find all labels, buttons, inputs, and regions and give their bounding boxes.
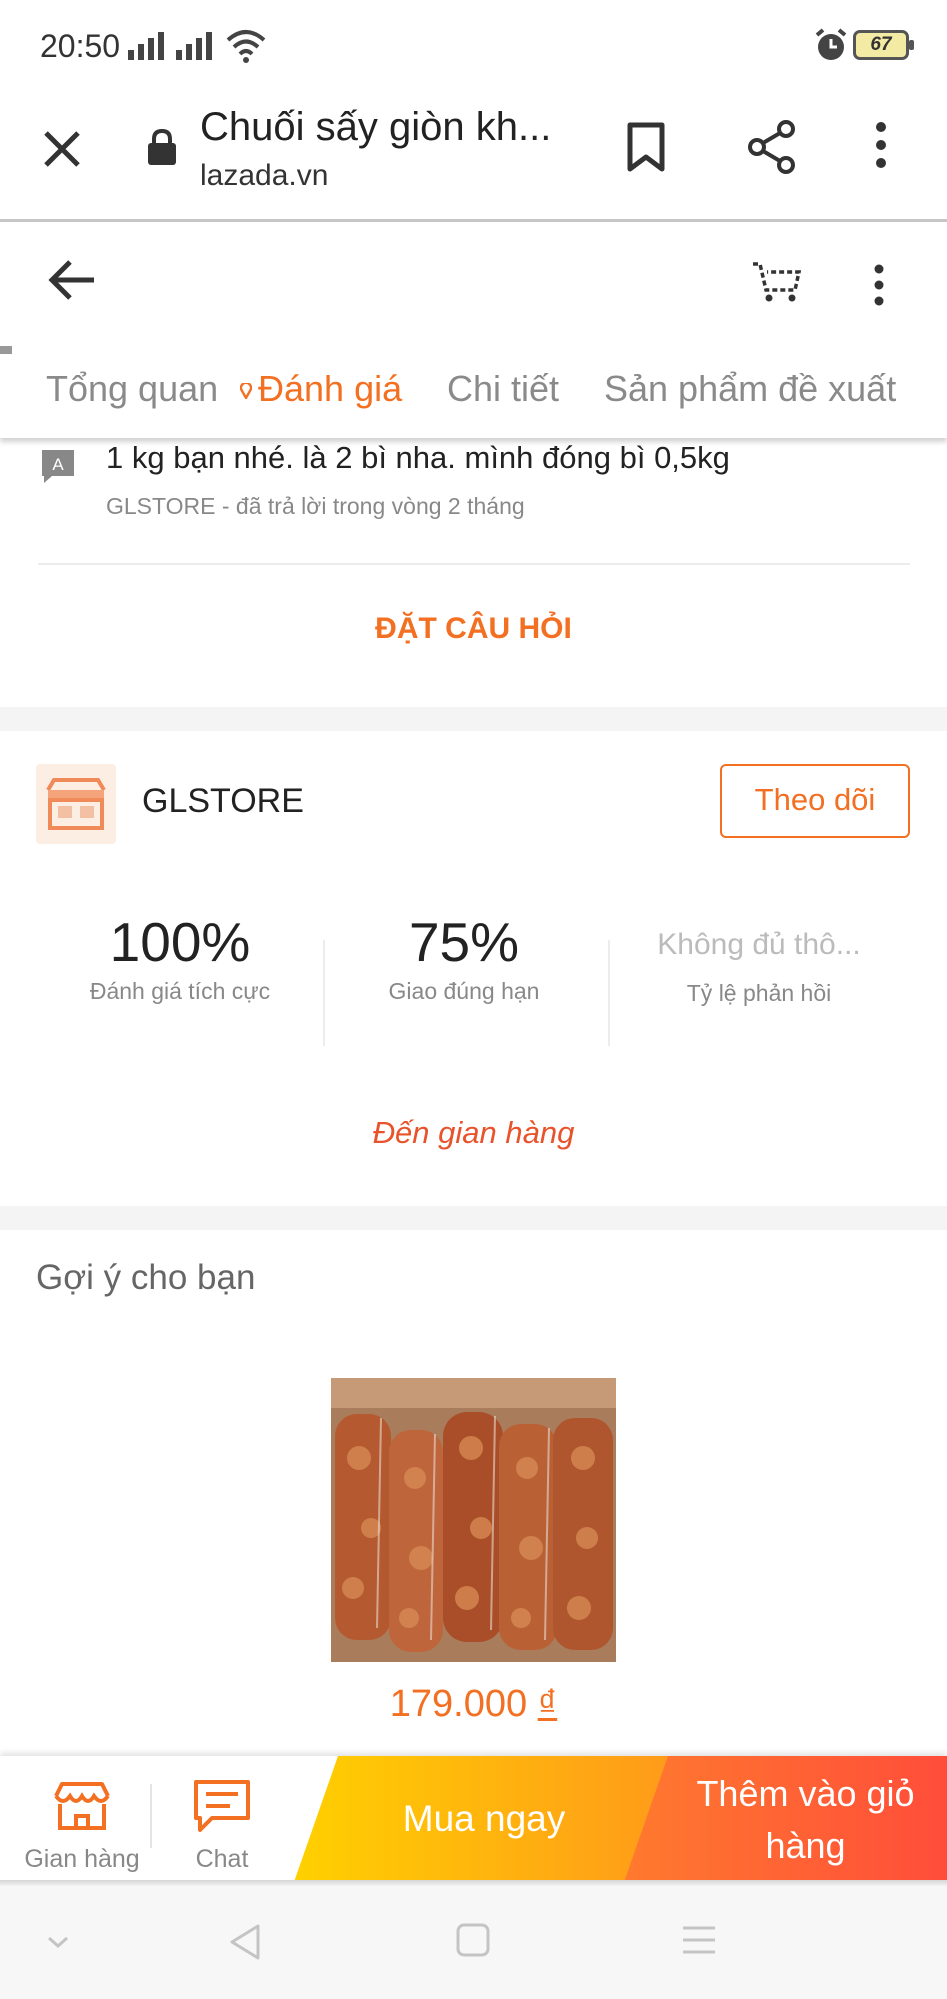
stat-divider [608, 940, 610, 1046]
section-gap [0, 707, 947, 731]
answer-meta: GLSTORE - đã trả lời trong vòng 2 tháng [106, 493, 525, 519]
stat-label: Đánh giá tích cực [89, 978, 271, 1004]
more-options-icon[interactable] [872, 264, 886, 306]
store-icon [54, 1782, 110, 1830]
tab-reviews[interactable]: Đánh giá [240, 368, 402, 410]
page-url: lazada.vn [200, 159, 329, 192]
cart-icon[interactable] [751, 260, 801, 304]
close-icon[interactable] [38, 125, 86, 173]
divider [38, 563, 910, 565]
stat-value: 100% [109, 911, 251, 973]
signal-icon [176, 32, 212, 60]
stat-divider [323, 940, 325, 1046]
browser-toolbar: Chuối sấy giòn kh... lazada.vn [0, 95, 947, 222]
status-time: 20:50 [40, 28, 121, 64]
answer-text: 1 kg bạn nhé. là 2 bì nha. mình đóng bì … [106, 440, 730, 475]
battery-icon: 67 [853, 30, 914, 60]
more-options-icon[interactable] [874, 121, 888, 169]
chat-button-label: Chat [195, 1845, 249, 1873]
section-tabs: Tổng quan Đánh giá Chi tiết Sản phẩm đề … [0, 354, 947, 438]
nav-back-icon[interactable] [226, 1922, 264, 1962]
lock-icon [148, 128, 176, 165]
svg-text:A: A [52, 455, 64, 474]
chat-button[interactable]: Chat [162, 1778, 282, 1874]
wifi-icon [226, 30, 266, 63]
system-navigation-bar [0, 1886, 947, 1999]
ask-question-button[interactable]: ĐẶT CÂU HỎI [0, 612, 947, 646]
location-pin-icon [240, 383, 252, 399]
stat-response-rate: Không đủ thô... Tỷ lệ phản hồi [629, 910, 889, 1007]
tab-reviews-label: Đánh giá [258, 368, 403, 409]
follow-button[interactable]: Theo dõi [720, 764, 910, 838]
section-gap [0, 1206, 947, 1230]
add-to-cart-button[interactable]: Thêm vào giỏ hàng [624, 1756, 947, 1882]
product-price: 179.000 ₫ [0, 1683, 947, 1726]
stat-label: Giao đúng hạn [388, 978, 540, 1004]
nav-menu-icon[interactable] [680, 1922, 718, 1958]
store-name[interactable]: GLSTORE [142, 782, 304, 821]
store-button[interactable]: Gian hàng [22, 1778, 142, 1874]
tab-overview[interactable]: Tổng quan [46, 368, 218, 410]
store-logo[interactable] [36, 764, 116, 844]
divider [150, 1784, 152, 1848]
back-arrow-icon[interactable] [48, 258, 96, 302]
store-icon [46, 778, 106, 830]
buy-now-button[interactable]: Mua ngay [294, 1756, 674, 1882]
stat-positive-rating: 100% Đánh giá tích cực [50, 910, 310, 1005]
chat-icon [194, 1780, 250, 1832]
tab-recommended[interactable]: Sản phẩm đề xuất [604, 368, 896, 410]
product-image[interactable] [331, 1378, 616, 1662]
stat-value: Không đủ thô... [657, 928, 861, 961]
bottom-action-bar: Gian hàng Chat Mua ngay Thêm vào giỏ hàn… [0, 1756, 947, 1884]
share-icon[interactable] [746, 119, 798, 175]
signal-icon [128, 32, 164, 60]
store-button-label: Gian hàng [24, 1845, 140, 1873]
alarm-icon [815, 28, 847, 60]
recommendations-title: Gợi ý cho bạn [36, 1258, 256, 1297]
product-photo [331, 1378, 616, 1662]
stat-label: Tỷ lệ phản hồi [686, 980, 832, 1006]
price-currency: ₫ [537, 1683, 558, 1725]
stat-on-time-delivery: 75% Giao đúng hạn [334, 910, 594, 1005]
answer-badge-icon: A [42, 450, 74, 483]
add-to-cart-label: Thêm vào giỏ hàng [696, 1773, 915, 1866]
app-header [0, 222, 947, 346]
stat-value: 75% [408, 911, 520, 973]
buy-now-label: Mua ngay [402, 1798, 566, 1839]
status-bar: 20:50 67 [0, 0, 947, 95]
visit-store-link[interactable]: Đến gian hàng [0, 1115, 947, 1151]
scroll-indicator [0, 346, 12, 354]
price-value: 179.000 [389, 1683, 528, 1725]
nav-home-icon[interactable] [455, 1922, 491, 1958]
chevron-down-icon[interactable] [46, 1934, 70, 1950]
page-title: Chuối sấy giòn kh... [200, 105, 552, 149]
tab-details[interactable]: Chi tiết [447, 368, 559, 410]
bookmark-icon[interactable] [624, 121, 668, 173]
